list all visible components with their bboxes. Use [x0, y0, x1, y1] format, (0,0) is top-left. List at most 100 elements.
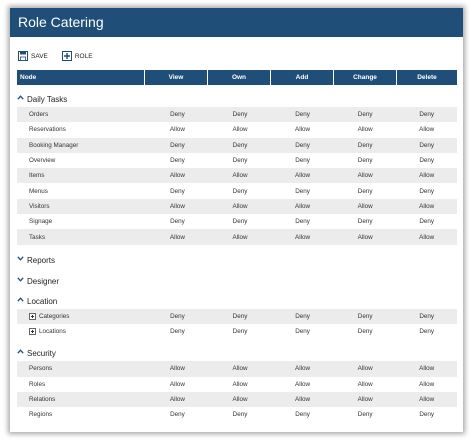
permission-view-cell[interactable]: Deny	[146, 411, 209, 418]
permission-change-cell[interactable]: Deny	[334, 142, 397, 149]
permission-delete-cell[interactable]: Allow	[396, 234, 457, 241]
permission-own-cell[interactable]: Deny	[209, 313, 272, 320]
permission-add-cell[interactable]: Deny	[271, 411, 334, 418]
chevron-down-icon[interactable]	[17, 277, 27, 286]
permission-delete-cell[interactable]: Allow	[396, 172, 457, 179]
table-row[interactable]: Overview Deny Deny Deny Deny Deny	[17, 153, 457, 168]
table-row[interactable]: Tasks Allow Allow Allow Allow Allow	[17, 229, 457, 245]
permission-view-cell[interactable]: Allow	[146, 396, 209, 403]
group-reports[interactable]: Reports	[17, 245, 457, 266]
header-delete[interactable]: Delete	[397, 70, 457, 85]
permission-change-cell[interactable]: Deny	[334, 411, 397, 418]
permission-change-cell[interactable]: Deny	[334, 328, 397, 335]
permission-view-cell[interactable]: Deny	[146, 313, 209, 320]
permission-own-cell[interactable]: Deny	[209, 188, 272, 195]
permission-delete-cell[interactable]: Allow	[396, 396, 457, 403]
permission-delete-cell[interactable]: Deny	[396, 313, 457, 320]
permission-delete-cell[interactable]: Deny	[396, 188, 457, 195]
save-button[interactable]: SAVE	[18, 51, 48, 61]
header-own[interactable]: Own	[208, 70, 271, 85]
permission-own-cell[interactable]: Allow	[209, 396, 272, 403]
permission-view-cell[interactable]: Deny	[146, 111, 209, 118]
permission-change-cell[interactable]: Allow	[334, 234, 397, 241]
table-row[interactable]: Booking Manager Deny Deny Deny Deny Deny	[17, 137, 457, 153]
table-row[interactable]: Visitors Allow Allow Allow Allow Allow	[17, 198, 457, 215]
permission-add-cell[interactable]: Deny	[271, 313, 334, 320]
permission-add-cell[interactable]: Allow	[271, 203, 334, 210]
permission-change-cell[interactable]: Deny	[334, 157, 397, 164]
permission-view-cell[interactable]: Allow	[146, 126, 209, 133]
permission-own-cell[interactable]: Deny	[209, 411, 272, 418]
permission-view-cell[interactable]: Allow	[146, 381, 209, 388]
table-row[interactable]: Locations Deny Deny Deny Deny Deny	[17, 324, 457, 339]
chevron-up-icon[interactable]	[17, 95, 27, 104]
permission-view-cell[interactable]: Deny	[146, 188, 209, 195]
expand-plus-icon[interactable]	[29, 312, 36, 320]
table-row[interactable]: Orders Deny Deny Deny Deny Deny	[17, 107, 457, 123]
permission-own-cell[interactable]: Allow	[209, 234, 272, 241]
table-row[interactable]: Relations Allow Allow Allow Allow Allow	[17, 391, 457, 408]
permission-delete-cell[interactable]: Deny	[396, 157, 457, 164]
permission-add-cell[interactable]: Deny	[271, 328, 334, 335]
permission-delete-cell[interactable]: Allow	[396, 365, 457, 372]
table-row[interactable]: Regions Deny Deny Deny Deny Deny	[17, 407, 457, 422]
permission-own-cell[interactable]: Deny	[209, 142, 272, 149]
permission-view-cell[interactable]: Deny	[146, 142, 209, 149]
permission-change-cell[interactable]: Deny	[334, 111, 397, 118]
group-designer[interactable]: Designer	[17, 266, 457, 287]
chevron-down-icon[interactable]	[17, 256, 27, 265]
permission-own-cell[interactable]: Allow	[209, 126, 272, 133]
table-row[interactable]: Persons Allow Allow Allow Allow Allow	[17, 361, 457, 377]
table-row[interactable]: Reservations Allow Allow Allow Allow Allow	[17, 122, 457, 137]
permission-own-cell[interactable]: Deny	[209, 328, 272, 335]
permission-delete-cell[interactable]: Allow	[396, 381, 457, 388]
permission-view-cell[interactable]: Allow	[146, 203, 209, 210]
permission-view-cell[interactable]: Allow	[146, 234, 209, 241]
permission-change-cell[interactable]: Deny	[334, 313, 397, 320]
table-row[interactable]: Signage Deny Deny Deny Deny Deny	[17, 214, 457, 229]
permission-view-cell[interactable]: Deny	[146, 157, 209, 164]
permission-own-cell[interactable]: Allow	[209, 365, 272, 372]
group-daily-tasks[interactable]: Daily Tasks	[17, 85, 457, 105]
header-add[interactable]: Add	[271, 70, 334, 85]
permission-add-cell[interactable]: Deny	[271, 218, 334, 225]
group-security[interactable]: Security	[17, 339, 457, 359]
chevron-up-icon[interactable]	[17, 349, 27, 358]
permission-add-cell[interactable]: Deny	[271, 142, 334, 149]
permission-add-cell[interactable]: Allow	[271, 126, 334, 133]
table-row[interactable]: Menus Deny Deny Deny Deny Deny	[17, 183, 457, 198]
permission-view-cell[interactable]: Deny	[146, 328, 209, 335]
permission-delete-cell[interactable]: Deny	[396, 142, 457, 149]
permission-view-cell[interactable]: Allow	[146, 172, 209, 179]
permission-change-cell[interactable]: Allow	[334, 396, 397, 403]
permission-own-cell[interactable]: Deny	[209, 218, 272, 225]
group-location[interactable]: Location	[17, 287, 457, 307]
table-row[interactable]: Categories Deny Deny Deny Deny Deny	[17, 308, 457, 324]
table-row[interactable]: Items Allow Allow Allow Allow Allow	[17, 168, 457, 184]
permission-change-cell[interactable]: Allow	[334, 203, 397, 210]
permission-delete-cell[interactable]: Allow	[396, 203, 457, 210]
permission-delete-cell[interactable]: Deny	[396, 218, 457, 225]
permission-view-cell[interactable]: Deny	[146, 218, 209, 225]
permission-change-cell[interactable]: Allow	[334, 381, 397, 388]
permission-change-cell[interactable]: Deny	[334, 218, 397, 225]
permission-add-cell[interactable]: Deny	[271, 111, 334, 118]
permission-add-cell[interactable]: Allow	[271, 381, 334, 388]
table-row[interactable]: Roles Allow Allow Allow Allow Allow	[17, 377, 457, 392]
permission-own-cell[interactable]: Allow	[209, 381, 272, 388]
permission-add-cell[interactable]: Deny	[271, 188, 334, 195]
header-node[interactable]: Node	[17, 70, 145, 85]
permission-delete-cell[interactable]: Deny	[396, 328, 457, 335]
permission-add-cell[interactable]: Allow	[271, 396, 334, 403]
permission-own-cell[interactable]: Allow	[209, 203, 272, 210]
expand-plus-icon[interactable]	[29, 328, 36, 336]
permission-add-cell[interactable]: Deny	[271, 157, 334, 164]
header-view[interactable]: View	[145, 70, 208, 85]
permission-change-cell[interactable]: Allow	[334, 365, 397, 372]
permission-add-cell[interactable]: Allow	[271, 172, 334, 179]
permission-own-cell[interactable]: Deny	[209, 157, 272, 164]
header-change[interactable]: Change	[334, 70, 397, 85]
permission-own-cell[interactable]: Allow	[209, 172, 272, 179]
permission-own-cell[interactable]: Deny	[209, 111, 272, 118]
permission-view-cell[interactable]: Allow	[146, 365, 209, 372]
